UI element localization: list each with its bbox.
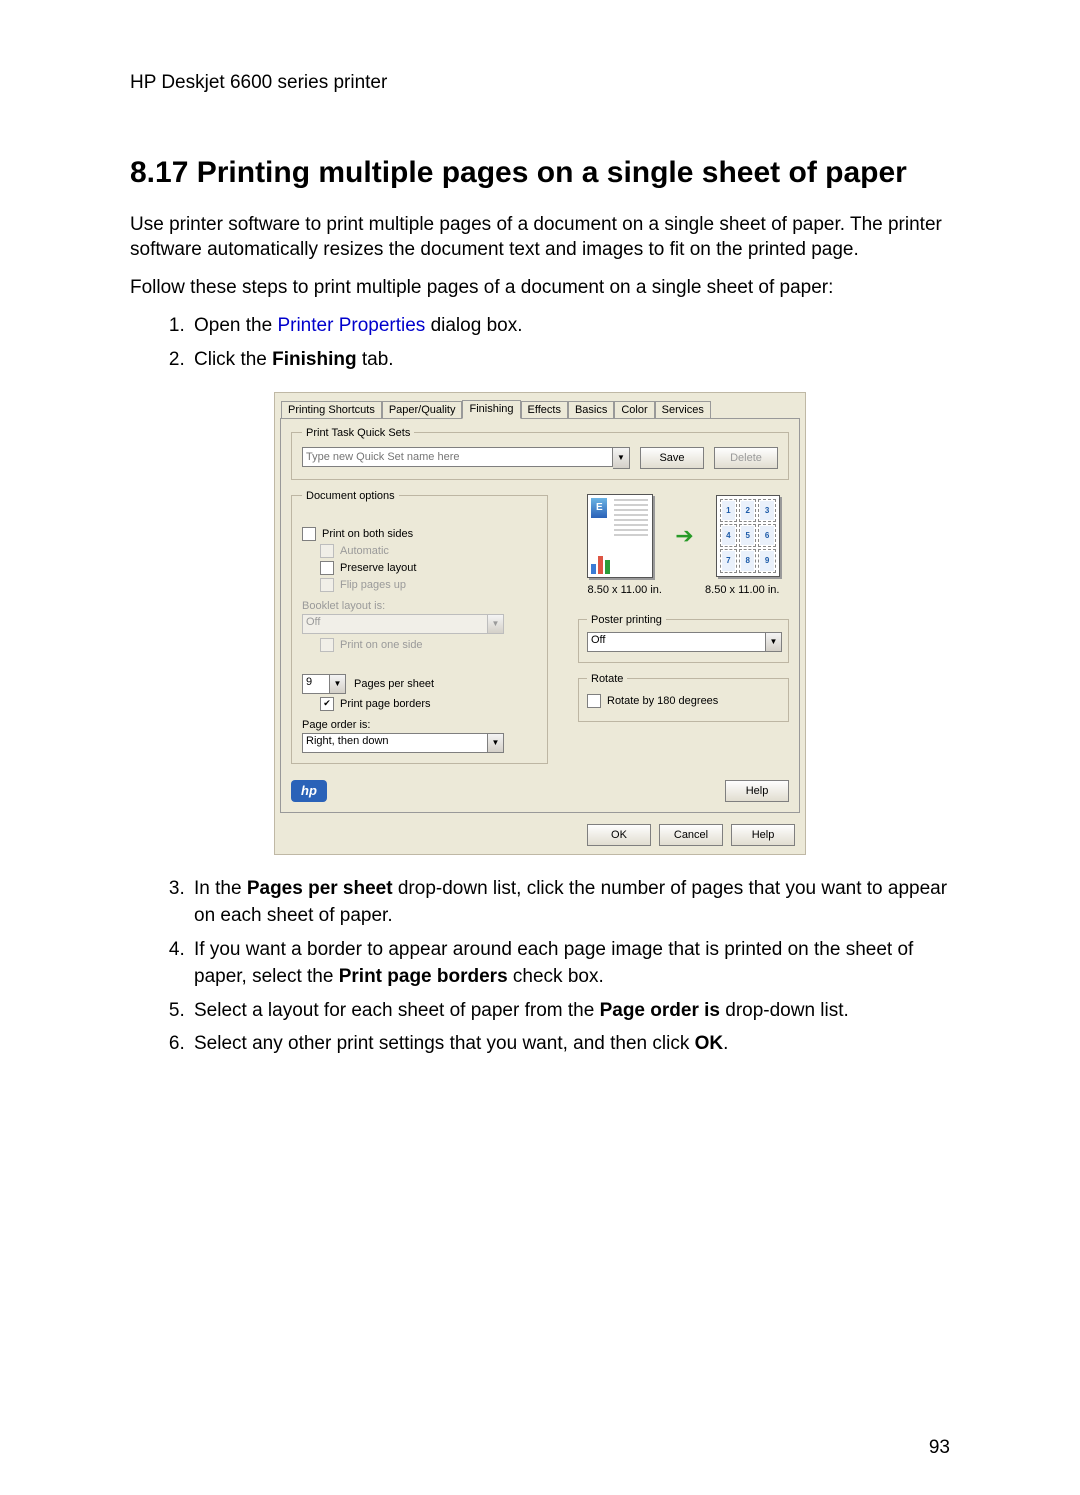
print-both-sides-label: Print on both sides [322,528,413,540]
pages-per-sheet-bold: Pages per sheet [247,878,393,899]
tab-services[interactable]: Services [655,401,711,419]
flip-pages-label: Flip pages up [340,579,406,591]
help-inline-button[interactable]: Help [725,780,789,802]
page-order-value: Right, then down [303,734,487,752]
tab-strip: Printing Shortcuts Paper/Quality Finishi… [275,393,805,418]
page-number: 93 [929,1437,950,1459]
chevron-down-icon[interactable]: ▼ [487,734,503,752]
step-text: Open the [194,315,277,336]
intro-paragraph-2: Follow these steps to print multiple pag… [130,275,950,301]
rotate-legend: Rotate [587,673,627,685]
automatic-label: Automatic [340,545,389,557]
booklet-label: Booklet layout is: [302,600,537,612]
print-page-borders-bold: Print page borders [339,966,508,987]
step-4: If you want a border to appear around ea… [190,936,950,991]
document-options-legend: Document options [302,490,399,502]
ok-bold: OK [695,1033,724,1054]
preview-after-dim: 8.50 x 11.00 in. [696,584,790,596]
tab-finishing[interactable]: Finishing [462,400,520,419]
quick-set-dropdown-arrow[interactable]: ▼ [613,447,630,469]
tab-printing-shortcuts[interactable]: Printing Shortcuts [281,401,382,419]
print-one-side-label: Print on one side [340,639,423,651]
poster-printing-legend: Poster printing [587,614,666,626]
page-order-label: Page order is: [302,719,537,731]
step-2: Click the Finishing tab. [190,346,950,374]
tab-paper-quality[interactable]: Paper/Quality [382,401,463,419]
poster-printing-combo[interactable]: Off ▼ [587,632,782,652]
save-button[interactable]: Save [640,447,704,469]
chevron-down-icon[interactable]: ▼ [765,633,781,651]
step-text: Select a layout for each sheet of paper … [194,1000,600,1021]
step-5: Select a layout for each sheet of paper … [190,997,950,1025]
pages-per-sheet-label: Pages per sheet [354,678,434,690]
pages-per-sheet-value: 9 [303,675,329,693]
step-text: In the [194,878,247,899]
delete-button: Delete [714,447,778,469]
preview-after: 1 2 3 4 5 6 7 8 9 [716,495,780,577]
document-options-group: Document options Print on both sides Aut… [291,490,548,764]
preview-row: E ➔ 1 2 3 4 5 6 7 8 [578,494,789,578]
step-1: Open the Printer Properties dialog box. [190,312,950,340]
preserve-layout-label: Preserve layout [340,562,416,574]
step-6: Select any other print settings that you… [190,1030,950,1058]
booklet-layout-combo: Off ▼ [302,614,504,634]
chart-glyph-icon [591,552,610,574]
step-text: dialog box. [425,315,522,336]
step-text: check box. [508,966,604,987]
chevron-down-icon[interactable]: ▼ [329,675,345,693]
flip-pages-checkbox [320,578,334,592]
print-page-borders-checkbox[interactable]: ✔ [320,697,334,711]
arrow-right-icon: ➔ [675,523,693,549]
printer-properties-link[interactable]: Printer Properties [277,315,425,336]
chevron-down-icon: ▼ [487,615,503,633]
rotate-group: Rotate Rotate by 180 degrees [578,673,789,722]
help-button[interactable]: Help [731,824,795,846]
tab-basics[interactable]: Basics [568,401,614,419]
rotate-180-checkbox[interactable] [587,694,601,708]
page-order-is-bold: Page order is [600,1000,720,1021]
quick-sets-legend: Print Task Quick Sets [302,427,414,439]
tab-color[interactable]: Color [614,401,654,419]
quick-sets-group: Print Task Quick Sets ▼ Save Delete [291,427,789,480]
intro-paragraph-1: Use printer software to print multiple p… [130,212,950,263]
e-glyph-icon: E [591,498,607,518]
step-3: In the Pages per sheet drop-down list, c… [190,875,950,930]
finishing-bold: Finishing [272,349,356,370]
automatic-checkbox [320,544,334,558]
booklet-layout-value: Off [303,615,487,633]
preview-before-dim: 8.50 x 11.00 in. [578,584,672,596]
tab-body: Print Task Quick Sets ▼ Save Delete Docu… [280,418,800,813]
step-text: . [723,1033,728,1054]
poster-printing-value: Off [588,633,765,651]
cancel-button[interactable]: Cancel [659,824,723,846]
preview-before: E [587,494,653,578]
printer-properties-dialog: Printing Shortcuts Paper/Quality Finishi… [274,392,806,855]
step-text: Click the [194,349,272,370]
step-text: drop-down list. [720,1000,849,1021]
page-order-combo[interactable]: Right, then down ▼ [302,733,504,753]
step-text: Select any other print settings that you… [194,1033,695,1054]
hp-logo-icon: hp [291,780,327,802]
preserve-layout-checkbox[interactable] [320,561,334,575]
pages-per-sheet-combo[interactable]: 9 ▼ [302,674,346,694]
step-text: tab. [357,349,394,370]
tab-effects[interactable]: Effects [521,401,568,419]
doc-header: HP Deskjet 6600 series printer [130,72,950,94]
section-title: 8.17 Printing multiple pages on a single… [130,154,950,192]
poster-printing-group: Poster printing Off ▼ [578,614,789,663]
print-page-borders-label: Print page borders [340,698,431,710]
quick-set-name-input[interactable] [302,447,613,467]
print-both-sides-checkbox[interactable] [302,527,316,541]
rotate-180-label: Rotate by 180 degrees [607,695,718,707]
print-one-side-checkbox [320,638,334,652]
ok-button[interactable]: OK [587,824,651,846]
dialog-footer: OK Cancel Help [275,818,805,854]
